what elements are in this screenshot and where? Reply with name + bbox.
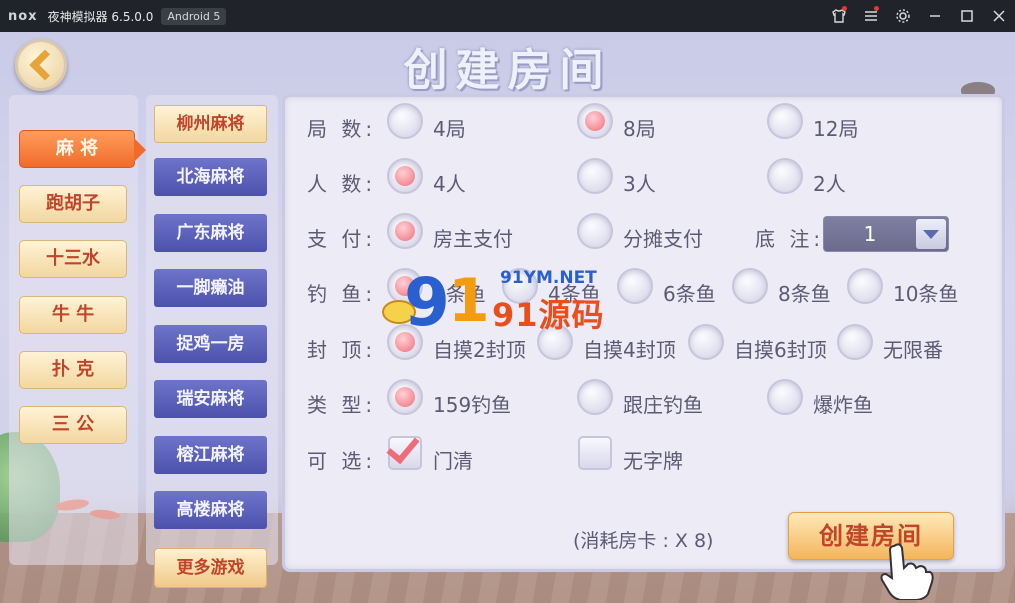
rounds-option-4: 4局 — [433, 117, 466, 141]
players-option-3: 3人 — [623, 172, 656, 196]
rounds-label: 局 数: — [307, 117, 377, 141]
no-honor-tiles-option: 无字牌 — [623, 449, 683, 473]
notification-dot — [874, 6, 879, 11]
cap-option-6: 自摸6封顶 — [734, 338, 827, 362]
more-games-button[interactable]: 更多游戏 — [154, 548, 267, 588]
rounds-option-8: 8局 — [623, 117, 656, 141]
nox-logo: nox — [8, 8, 38, 24]
fishing-option-8: 8条鱼 — [778, 282, 831, 306]
game-screen: 创建房间 麻 将 跑胡子 十三水 牛 牛 扑 克 三 公 柳州麻将 北海麻将 广… — [0, 32, 1015, 603]
menqing-checkbox[interactable] — [386, 429, 422, 470]
game-yijiaolaiyou[interactable]: 一脚癞油 — [154, 269, 267, 307]
game-beihai-mahjong[interactable]: 北海麻将 — [154, 158, 267, 196]
fishing-radio-4[interactable] — [502, 268, 538, 304]
game-gaolou-mahjong[interactable]: 高楼麻将 — [154, 491, 267, 529]
menu-icon[interactable] — [855, 0, 887, 32]
players-radio-2[interactable] — [767, 158, 803, 194]
payment-option-split: 分摊支付 — [623, 227, 703, 251]
fishing-radio-8[interactable] — [732, 268, 768, 304]
fishing-option-2: 2条鱼 — [433, 282, 486, 306]
no-honor-tiles-checkbox[interactable] — [578, 436, 612, 470]
notification-dot — [842, 6, 847, 11]
cap-radio-2[interactable] — [387, 324, 423, 360]
cap-option-2: 自摸2封顶 — [433, 338, 526, 362]
optional-label: 可 选: — [307, 449, 377, 473]
app-title: 夜神模拟器 6.5.0.0 — [47, 9, 154, 24]
game-rongjiang-mahjong[interactable]: 榕江麻将 — [154, 436, 267, 474]
type-option-159: 159钓鱼 — [433, 393, 512, 417]
emulator-titlebar: nox 夜神模拟器 6.5.0.0 Android 5 — [0, 0, 1015, 32]
fishing-radio-10[interactable] — [847, 268, 883, 304]
category-poker[interactable]: 扑 克 — [19, 351, 127, 389]
type-label: 类 型: — [307, 393, 377, 417]
payment-option-owner: 房主支付 — [433, 227, 513, 251]
category-niuniu[interactable]: 牛 牛 — [19, 296, 127, 334]
category-shisanshui[interactable]: 十三水 — [19, 240, 127, 278]
base-bet-dropdown[interactable]: 1 — [823, 216, 949, 252]
menqing-option: 门清 — [433, 449, 473, 473]
maximize-icon[interactable] — [951, 0, 983, 32]
type-option-bomb: 爆炸鱼 — [813, 393, 873, 417]
category-paohuzi[interactable]: 跑胡子 — [19, 185, 127, 223]
android-version-badge: Android 5 — [161, 7, 227, 25]
fishing-option-10: 10条鱼 — [893, 282, 959, 306]
players-radio-4[interactable] — [387, 158, 423, 194]
game-ruian-mahjong[interactable]: 瑞安麻将 — [154, 380, 267, 418]
fishing-label: 钓 鱼: — [307, 282, 377, 306]
type-option-follow: 跟庄钓鱼 — [623, 393, 703, 417]
type-radio-bomb[interactable] — [767, 379, 803, 415]
players-option-2: 2人 — [813, 172, 846, 196]
game-liuzhou-mahjong[interactable]: 柳州麻将 — [154, 105, 267, 143]
players-label: 人 数: — [307, 172, 377, 196]
gear-icon[interactable] — [887, 0, 919, 32]
base-bet-value: 1 — [863, 222, 877, 246]
shirt-icon[interactable] — [823, 0, 855, 32]
fishing-radio-6[interactable] — [617, 268, 653, 304]
room-settings-panel: 局 数: 4局 8局 12局 人 数: 4人 3人 2人 支 付: 房主支付 分… — [282, 94, 1005, 572]
pointing-hand-icon — [880, 543, 934, 600]
category-sangong[interactable]: 三 公 — [19, 406, 127, 444]
rounds-option-12: 12局 — [813, 117, 859, 141]
minimize-icon[interactable] — [919, 0, 951, 32]
fishing-option-4: 4条鱼 — [548, 282, 601, 306]
titlebar-icons — [823, 0, 1015, 32]
chevron-down-icon[interactable] — [916, 219, 946, 249]
cap-radio-unlimited[interactable] — [837, 324, 873, 360]
page-title: 创建房间 — [403, 45, 612, 96]
base-bet-label: 底 注: — [755, 227, 825, 251]
rounds-radio-12[interactable] — [767, 103, 803, 139]
cap-radio-6[interactable] — [688, 324, 724, 360]
category-mahjong[interactable]: 麻 将 — [19, 130, 146, 168]
close-icon[interactable] — [983, 0, 1015, 32]
payment-label: 支 付: — [307, 227, 377, 251]
fishing-radio-2[interactable] — [387, 268, 423, 304]
game-guangdong-mahjong[interactable]: 广东麻将 — [154, 214, 267, 252]
type-radio-follow[interactable] — [577, 379, 613, 415]
cap-option-4: 自摸4封顶 — [583, 338, 676, 362]
checkmark-icon — [386, 429, 420, 465]
game-zhuoji-yifang[interactable]: 捉鸡一房 — [154, 325, 267, 363]
cap-option-unlimited: 无限番 — [883, 338, 943, 362]
cap-radio-4[interactable] — [537, 324, 573, 360]
players-radio-3[interactable] — [577, 158, 613, 194]
cap-label: 封 顶: — [307, 338, 377, 362]
fishing-option-6: 6条鱼 — [663, 282, 716, 306]
players-option-4: 4人 — [433, 172, 466, 196]
type-radio-159[interactable] — [387, 379, 423, 415]
rounds-radio-4[interactable] — [387, 103, 423, 139]
payment-radio-split[interactable] — [577, 213, 613, 249]
room-card-cost: (消耗房卡 : X 8) — [573, 530, 714, 552]
rounds-radio-8[interactable] — [577, 103, 613, 139]
payment-radio-owner[interactable] — [387, 213, 423, 249]
